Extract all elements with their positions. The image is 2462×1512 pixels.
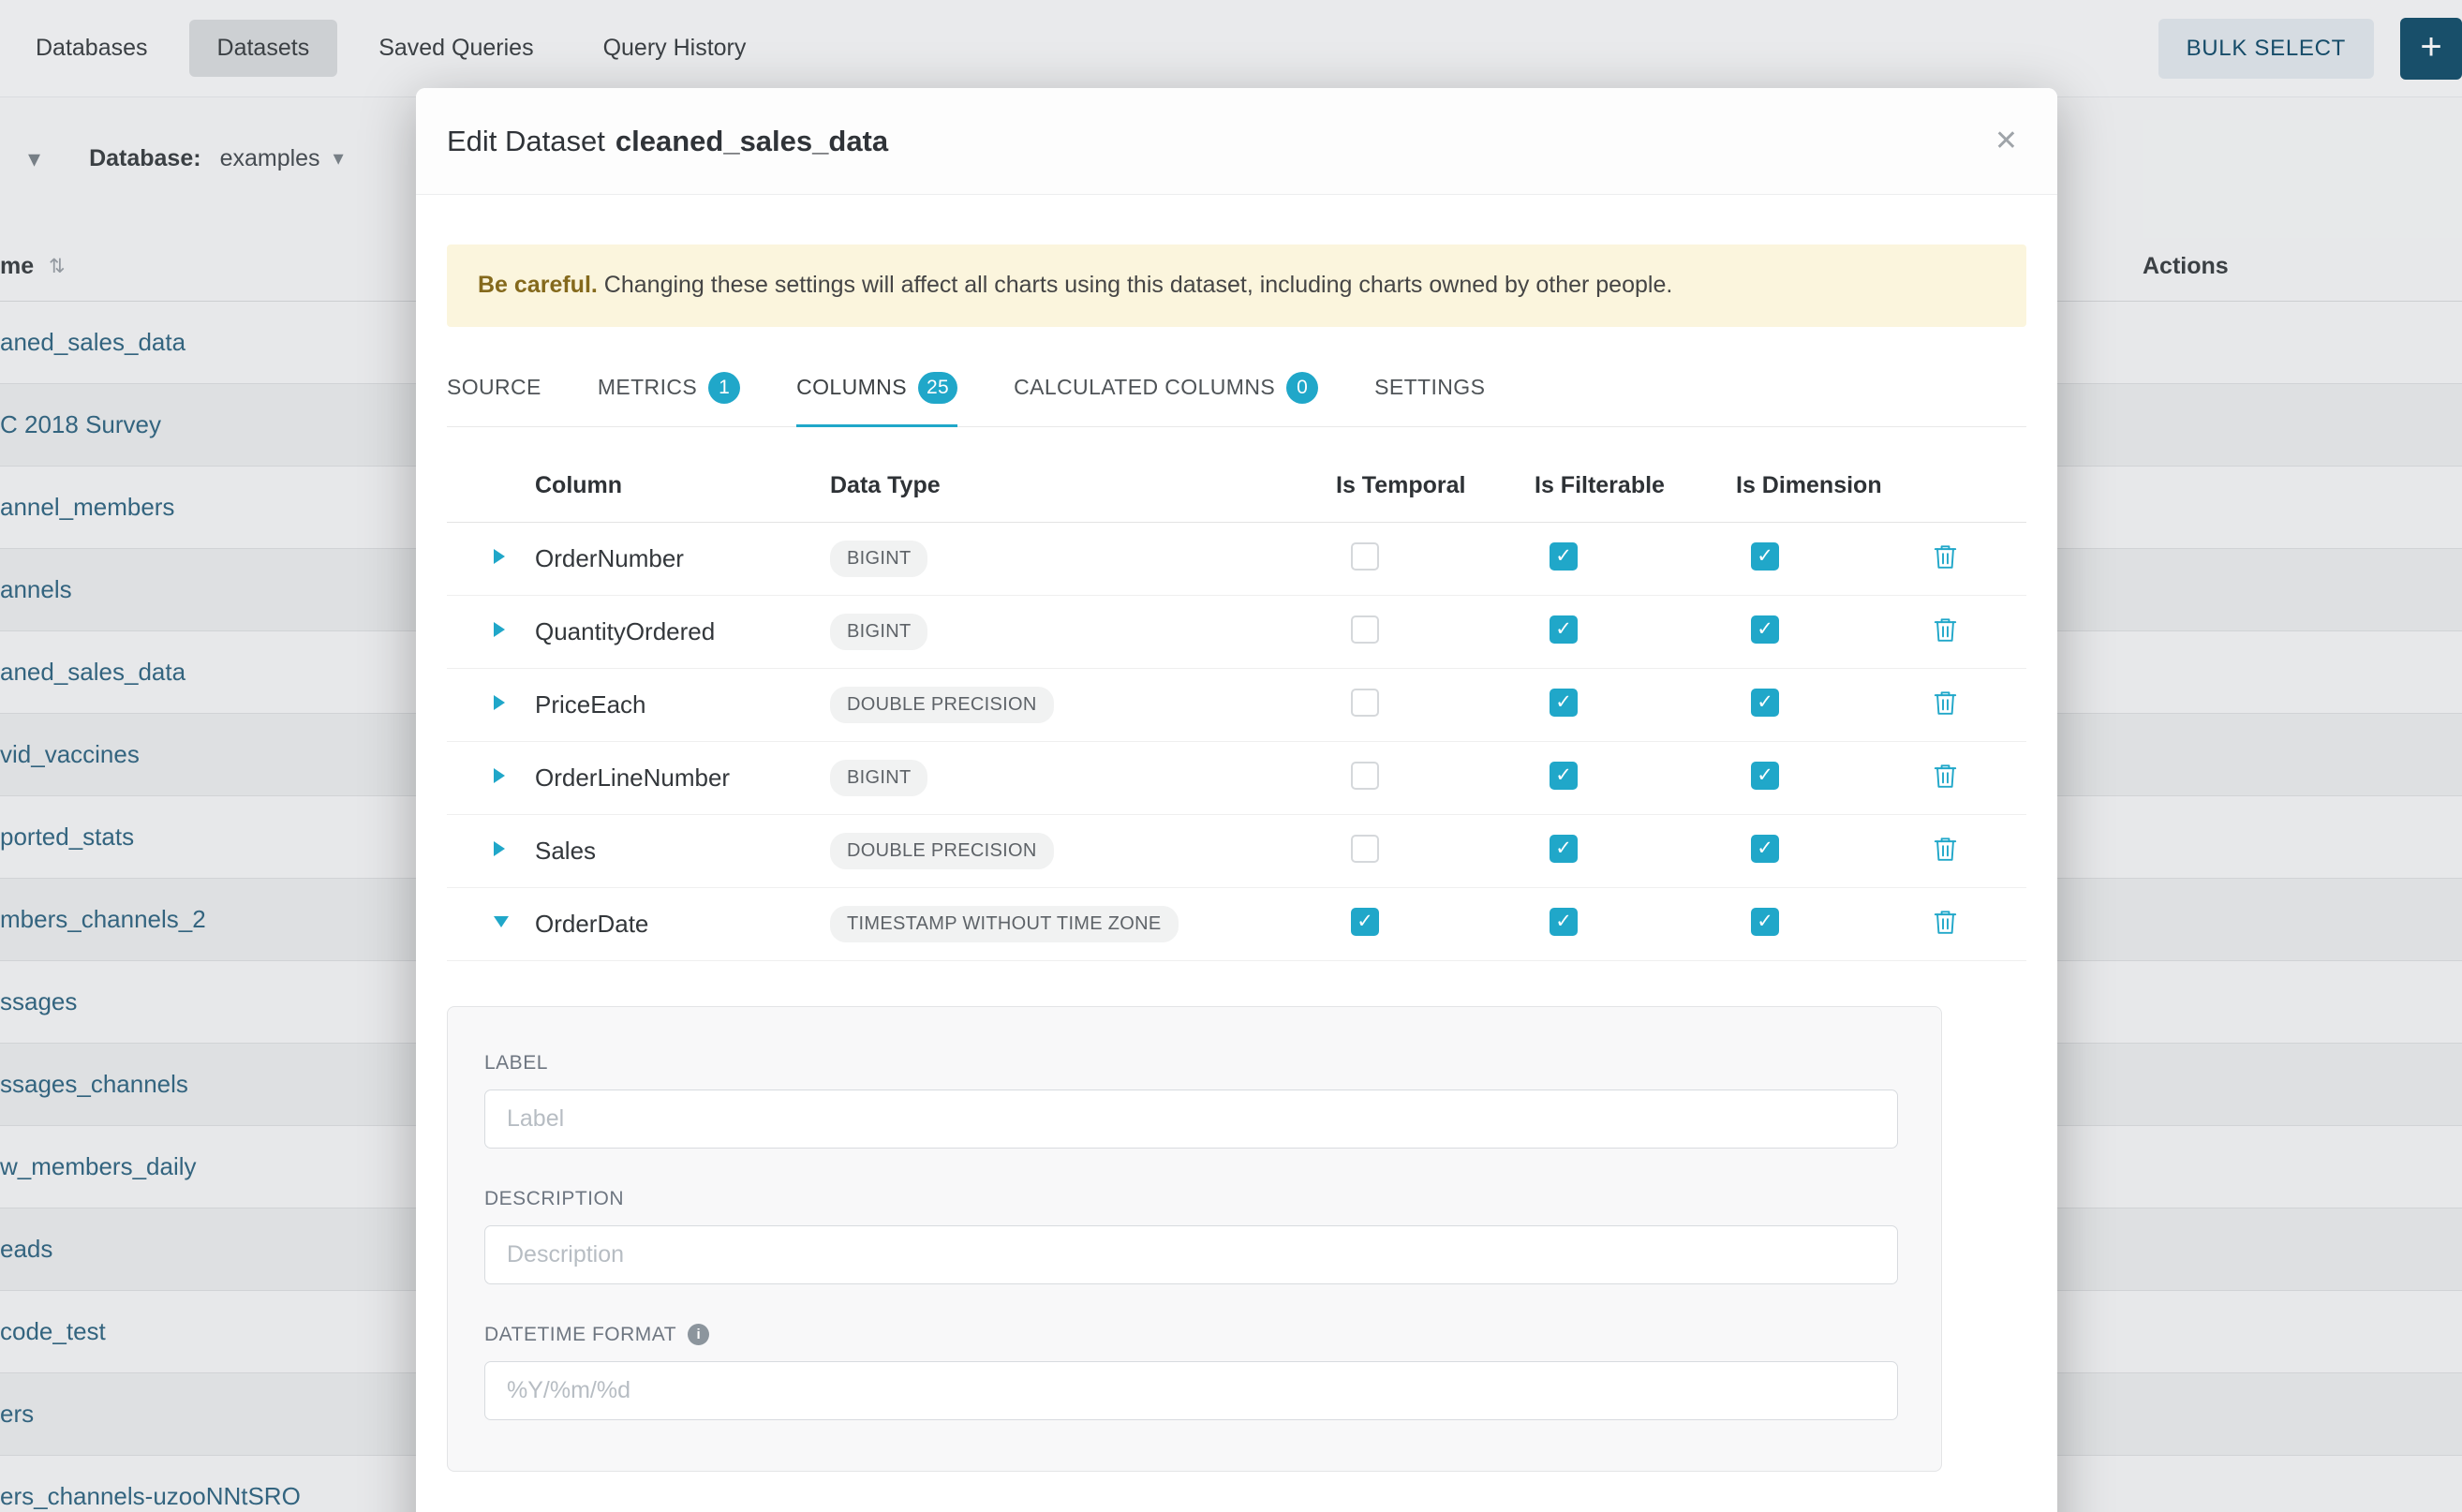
delete-column-icon[interactable] [1933, 762, 1958, 790]
column-header: Is Filterable [1535, 472, 1736, 499]
datetime-format-input[interactable] [484, 1361, 1898, 1420]
expand-caret-icon[interactable] [494, 768, 505, 783]
is-dimension-checkbox[interactable] [1751, 615, 1779, 644]
data-type-pill: BIGINT [830, 760, 927, 796]
data-type-pill: BIGINT [830, 541, 927, 577]
delete-column-icon[interactable] [1933, 689, 1958, 717]
edit-dataset-modal: Edit Dataset cleaned_sales_data ✕ Be car… [416, 88, 2057, 1512]
close-icon[interactable]: ✕ [1989, 119, 2024, 163]
is-temporal-checkbox[interactable] [1351, 762, 1379, 790]
column-header: Is Temporal [1336, 472, 1535, 499]
warning-banner: Be careful. Changing these settings will… [447, 245, 2026, 327]
data-type-pill: TIMESTAMP WITHOUT TIME ZONE [830, 906, 1179, 942]
is-filterable-checkbox[interactable] [1550, 689, 1578, 717]
column-row: QuantityOrderedBIGINT [447, 596, 2026, 669]
is-filterable-checkbox[interactable] [1550, 835, 1578, 863]
column-row: OrderLineNumberBIGINT [447, 742, 2026, 815]
label-field-label: LABEL [484, 1052, 1898, 1075]
column-row: PriceEachDOUBLE PRECISION [447, 669, 2026, 742]
column-header: Column [535, 472, 830, 499]
column-name: Sales [535, 837, 830, 866]
expand-caret-icon[interactable] [494, 622, 505, 637]
description-input[interactable] [484, 1225, 1898, 1284]
expand-caret-icon[interactable] [494, 841, 505, 856]
data-type-pill: DOUBLE PRECISION [830, 833, 1054, 869]
column-header: Is Dimension [1736, 472, 1933, 499]
description-field-label: DESCRIPTION [484, 1188, 1898, 1210]
is-temporal-checkbox[interactable] [1351, 689, 1379, 717]
columns-table-header: ColumnData TypeIs TemporalIs FilterableI… [447, 450, 2026, 523]
is-dimension-checkbox[interactable] [1751, 762, 1779, 790]
column-row: OrderNumberBIGINT [447, 523, 2026, 596]
column-name: OrderNumber [535, 544, 830, 573]
modal-title-dataset-name: cleaned_sales_data [616, 125, 888, 158]
tab-source[interactable]: SOURCE [447, 351, 541, 427]
is-dimension-checkbox[interactable] [1751, 542, 1779, 571]
is-dimension-checkbox[interactable] [1751, 908, 1779, 936]
tab-label: COLUMNS [796, 375, 907, 400]
column-name: OrderDate [535, 910, 830, 939]
is-temporal-checkbox[interactable] [1351, 542, 1379, 571]
label-input[interactable] [484, 1090, 1898, 1149]
is-filterable-checkbox[interactable] [1550, 762, 1578, 790]
tab-label: SETTINGS [1374, 375, 1485, 400]
expand-caret-icon[interactable] [494, 695, 505, 710]
modal-tabs: SOURCE METRICS 1 COLUMNS 25 CALCULATED COLUMN… [447, 351, 2026, 427]
is-filterable-checkbox[interactable] [1550, 908, 1578, 936]
data-type-pill: BIGINT [830, 614, 927, 650]
modal-title-prefix: Edit Dataset [447, 125, 605, 158]
datetime-format-label-row: DATETIME FORMAT i [484, 1324, 1898, 1346]
column-header: Data Type [830, 472, 1336, 499]
column-name: PriceEach [535, 690, 830, 719]
is-dimension-checkbox[interactable] [1751, 835, 1779, 863]
modal-title: Edit Dataset cleaned_sales_data [447, 125, 888, 158]
delete-column-icon[interactable] [1933, 542, 1958, 571]
is-temporal-checkbox[interactable] [1351, 835, 1379, 863]
columns-table-rows: OrderNumberBIGINTQuantityOrderedBIGINTPr… [447, 523, 2026, 961]
tab-columns[interactable]: COLUMNS 25 [796, 351, 957, 427]
modal-body: Be careful. Changing these settings will… [416, 245, 2057, 1472]
tab-metrics[interactable]: METRICS 1 [598, 351, 740, 427]
is-filterable-checkbox[interactable] [1550, 615, 1578, 644]
datetime-format-field-label: DATETIME FORMAT [484, 1324, 676, 1346]
delete-column-icon[interactable] [1933, 908, 1958, 936]
tab-label: CALCULATED COLUMNS [1014, 375, 1275, 400]
is-filterable-checkbox[interactable] [1550, 542, 1578, 571]
column-row: OrderDateTIMESTAMP WITHOUT TIME ZONE [447, 888, 2026, 961]
tab-settings[interactable]: SETTINGS [1374, 351, 1485, 427]
warning-banner-bold: Be careful. [478, 272, 598, 298]
expand-caret-icon[interactable] [494, 549, 505, 564]
tab-count-badge: 0 [1286, 372, 1318, 404]
column-editor-panel: LABEL DESCRIPTION DATETIME FORMAT i [447, 1006, 1942, 1472]
description-field-group: DESCRIPTION [484, 1188, 1898, 1284]
column-name: OrderLineNumber [535, 763, 830, 793]
tab-count-badge: 25 [918, 372, 957, 404]
info-icon[interactable]: i [688, 1324, 709, 1345]
label-field-group: LABEL [484, 1052, 1898, 1149]
tab-calculated-columns[interactable]: CALCULATED COLUMNS 0 [1014, 351, 1318, 427]
is-temporal-checkbox[interactable] [1351, 908, 1379, 936]
collapse-caret-icon[interactable] [494, 916, 509, 927]
screen: DatabasesDatasetsSaved QueriesQuery Hist… [0, 0, 2462, 1512]
tab-count-badge: 1 [708, 372, 740, 404]
is-dimension-checkbox[interactable] [1751, 689, 1779, 717]
column-row: SalesDOUBLE PRECISION [447, 815, 2026, 888]
modal-header: Edit Dataset cleaned_sales_data ✕ [416, 88, 2057, 195]
data-type-pill: DOUBLE PRECISION [830, 687, 1054, 723]
is-temporal-checkbox[interactable] [1351, 615, 1379, 644]
datetime-format-field-group: DATETIME FORMAT i [484, 1324, 1898, 1420]
column-name: QuantityOrdered [535, 617, 830, 646]
warning-banner-text: Changing these settings will affect all … [604, 272, 1673, 298]
delete-column-icon[interactable] [1933, 835, 1958, 863]
delete-column-icon[interactable] [1933, 615, 1958, 644]
tab-label: METRICS [598, 375, 697, 400]
tab-label: SOURCE [447, 375, 541, 400]
